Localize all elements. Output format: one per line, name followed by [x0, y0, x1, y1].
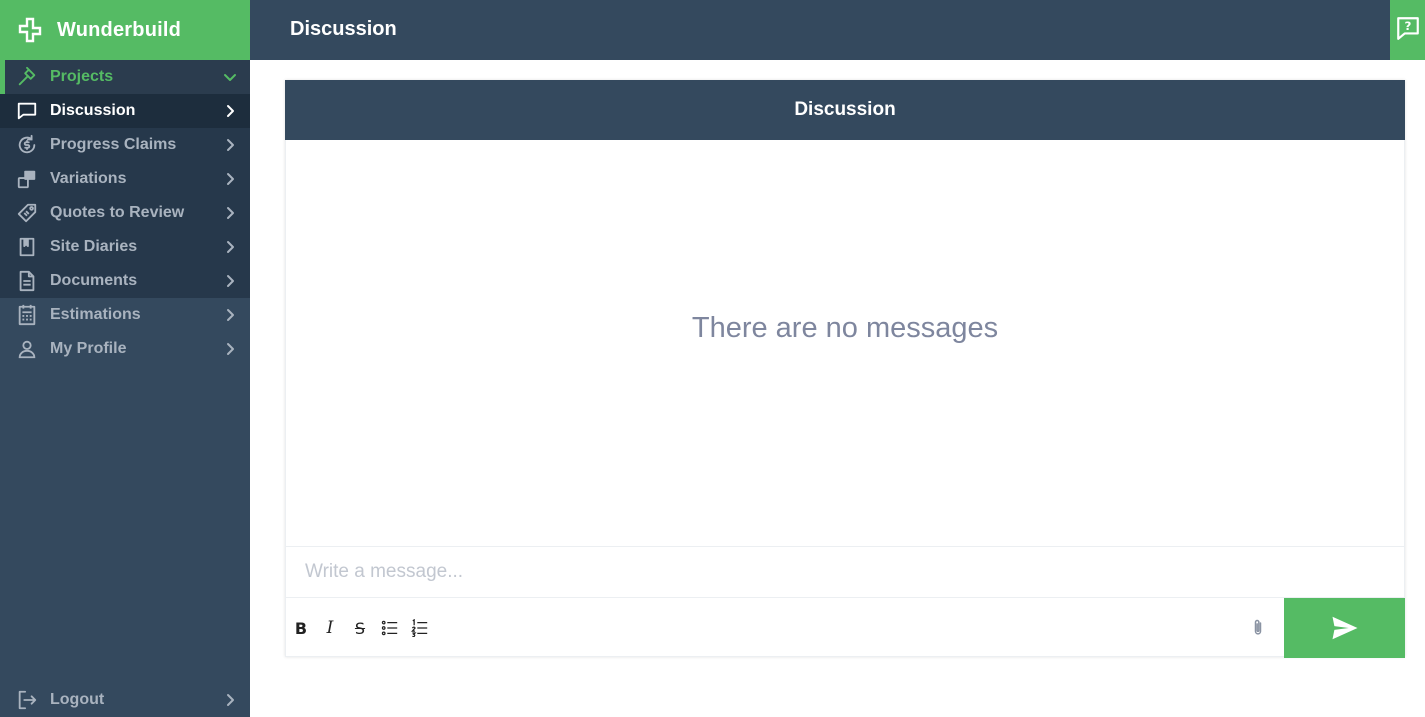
formatting-toolbar: B I S	[286, 598, 1405, 658]
sidebar-item-variations[interactable]: Variations	[0, 162, 250, 196]
chevron-right-icon	[227, 275, 234, 287]
numbered-list-icon	[411, 619, 428, 637]
sidebar-item-label: My Profile	[50, 340, 127, 357]
message-list: There are no messages	[286, 140, 1404, 546]
italic-button[interactable]: I	[320, 618, 340, 638]
variations-icon	[16, 168, 38, 190]
help-chat-icon: ?	[1395, 15, 1421, 46]
sidebar-item-progress-claims[interactable]: Progress Claims	[0, 128, 250, 162]
chevron-right-icon	[227, 173, 234, 185]
attach-button[interactable]	[1247, 617, 1269, 639]
svg-text:?: ?	[1404, 19, 1411, 33]
message-input[interactable]	[286, 547, 1404, 597]
chevron-right-icon	[227, 105, 234, 117]
brand-name: Wunderbuild	[57, 18, 182, 41]
user-icon	[16, 338, 38, 360]
chevron-right-icon	[227, 241, 234, 253]
chat-icon	[16, 100, 38, 122]
calculator-icon	[16, 304, 38, 326]
logout-icon	[16, 689, 38, 711]
sidebar-nav: Projects Discussion Progress Claims Vari…	[0, 60, 250, 366]
sidebar-item-label: Estimations	[50, 306, 141, 323]
hammer-icon	[16, 66, 38, 88]
message-composer	[286, 546, 1404, 598]
bookmark-book-icon	[16, 236, 38, 258]
sidebar-item-label: Site Diaries	[50, 238, 138, 255]
sidebar-item-label: Variations	[50, 170, 127, 187]
empty-state-text: There are no messages	[691, 311, 999, 344]
chevron-right-icon	[227, 207, 234, 219]
sidebar-item-documents[interactable]: Documents	[0, 264, 250, 298]
chevron-right-icon	[227, 694, 234, 706]
numbered-list-button[interactable]	[410, 618, 430, 638]
page-title: Discussion	[290, 18, 397, 40]
sidebar-item-my-profile[interactable]: My Profile	[0, 332, 250, 366]
top-bar: Discussion ?	[250, 0, 1425, 60]
chevron-right-icon	[227, 343, 234, 355]
send-icon	[1332, 616, 1357, 640]
sidebar-item-quotes-to-review[interactable]: Quotes to Review	[0, 196, 250, 230]
bulleted-list-icon	[381, 620, 398, 636]
sidebar-item-discussion[interactable]: Discussion	[0, 94, 250, 128]
tag-icon	[16, 202, 38, 224]
sidebar: Wunderbuild Projects Discussion Progress…	[0, 0, 250, 717]
chevron-down-icon	[224, 74, 236, 81]
bold-button[interactable]: B	[291, 618, 311, 638]
panel-header: Discussion	[285, 80, 1405, 140]
sidebar-item-label: Progress Claims	[50, 136, 177, 153]
sidebar-item-site-diaries[interactable]: Site Diaries	[0, 230, 250, 264]
bulleted-list-button[interactable]	[380, 618, 400, 638]
sidebar-item-label: Projects	[50, 68, 114, 85]
chevron-right-icon	[227, 309, 234, 321]
sidebar-item-label: Discussion	[50, 102, 136, 119]
discussion-panel: Discussion There are no messages B I S	[285, 80, 1405, 658]
brand[interactable]: Wunderbuild	[0, 0, 250, 60]
strikethrough-button[interactable]: S	[350, 618, 370, 638]
progress-claims-icon	[16, 134, 38, 156]
sidebar-item-projects[interactable]: Projects	[0, 60, 250, 94]
sidebar-item-label: Quotes to Review	[50, 204, 185, 221]
paperclip-icon	[1254, 619, 1262, 635]
chevron-right-icon	[227, 139, 234, 151]
wunderbuild-logo-icon	[18, 17, 44, 43]
logout-label: Logout	[50, 691, 105, 708]
sidebar-item-estimations[interactable]: Estimations	[0, 298, 250, 332]
logout-button[interactable]: Logout	[0, 683, 250, 717]
help-button[interactable]: ?	[1390, 0, 1425, 60]
document-icon	[16, 270, 38, 292]
send-button[interactable]	[1284, 598, 1405, 658]
sidebar-item-label: Documents	[50, 272, 138, 289]
